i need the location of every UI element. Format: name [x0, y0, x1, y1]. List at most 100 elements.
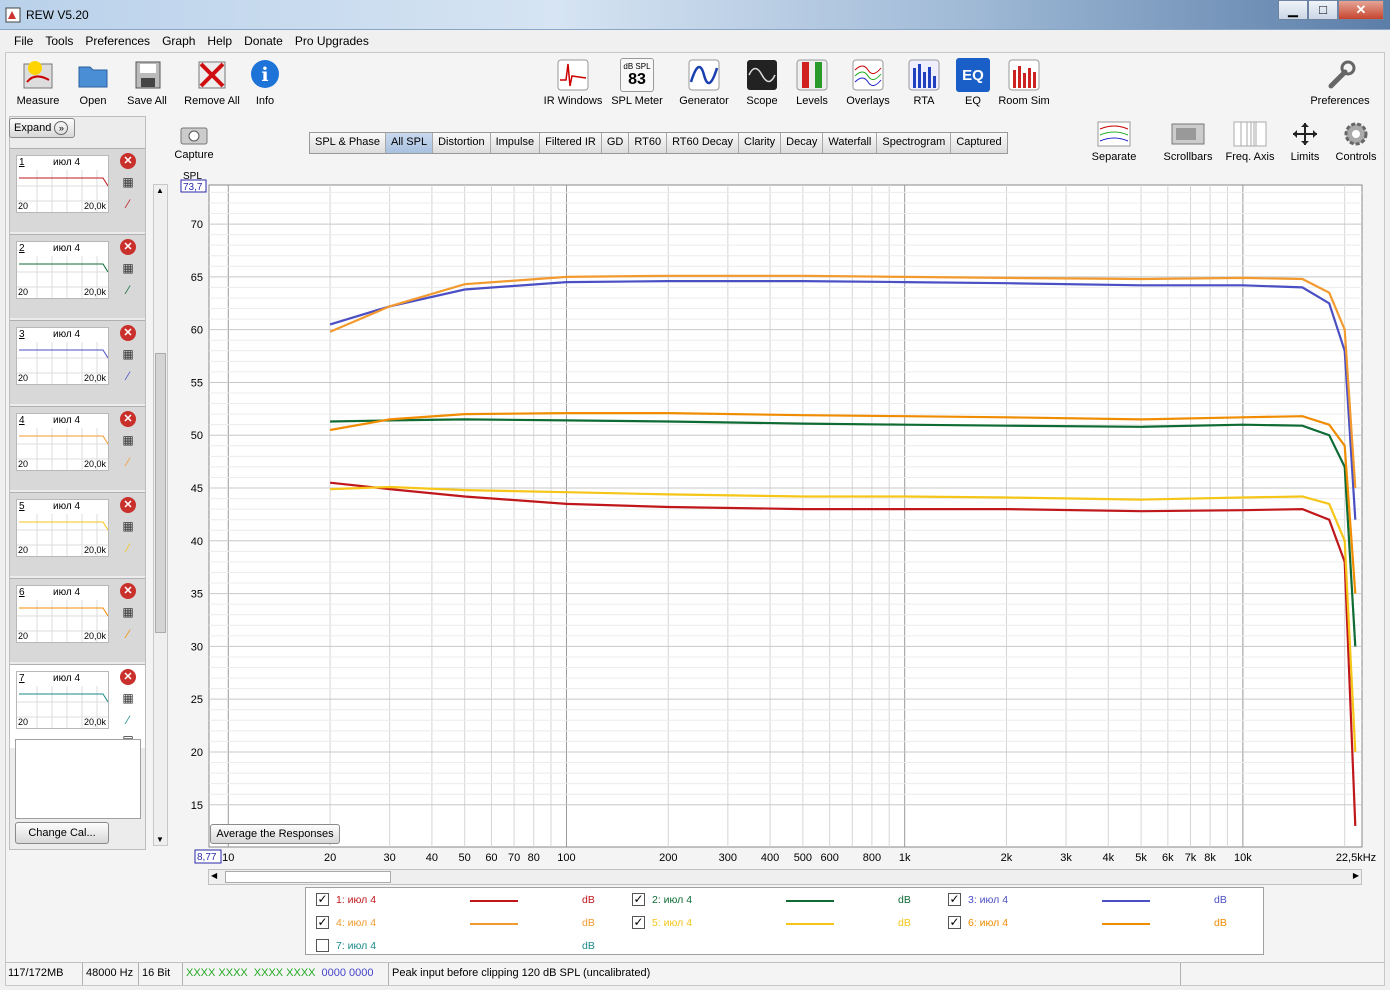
horizontal-scrollbar[interactable]: ◀ ▶: [208, 869, 1362, 885]
trace-color-icon[interactable]: ⁄: [120, 541, 136, 557]
tab-all-spl[interactable]: All SPL: [386, 133, 434, 153]
measurement-card[interactable]: 7июл 42020,0k✕▦⁄▤: [10, 664, 145, 748]
sidebar-scrollbar[interactable]: ▲ ▼: [153, 184, 168, 846]
legend-checkbox[interactable]: ✓: [316, 893, 329, 906]
eq-button[interactable]: EQ EQ: [956, 58, 990, 107]
levels-button[interactable]: Levels: [792, 58, 832, 107]
scroll-right-icon[interactable]: ▶: [1353, 871, 1359, 880]
average-responses-button[interactable]: Average the Responses: [210, 824, 340, 844]
room-sim-button[interactable]: Room Sim: [998, 58, 1050, 107]
ir-windows-button[interactable]: IR Windows: [542, 58, 604, 107]
measurement-thumbnail[interactable]: 6 июл 4 20 20,0k: [16, 585, 109, 643]
delete-measurement-icon[interactable]: ✕: [120, 153, 136, 169]
rta-button[interactable]: RTA: [906, 58, 942, 107]
legend-checkbox[interactable]: ✓: [948, 893, 961, 906]
capture-button[interactable]: Capture: [172, 122, 216, 161]
notes-box[interactable]: [15, 739, 141, 819]
measurement-card[interactable]: 5 июл 4 20 20,0k ✕ ▦ ⁄: [10, 492, 145, 576]
trace-color-icon[interactable]: ⁄: [120, 197, 136, 213]
legend-checkbox[interactable]: ✓: [632, 916, 645, 929]
save-all-button[interactable]: Save All: [124, 58, 170, 107]
tab-filtered-ir[interactable]: Filtered IR: [540, 133, 602, 153]
measurement-card[interactable]: 4 июл 4 20 20,0k ✕ ▦ ⁄: [10, 406, 145, 490]
measurement-card[interactable]: 1 июл 4 20 20,0k ✕ ▦ ⁄: [10, 148, 145, 232]
overlays-button[interactable]: Overlays: [842, 58, 894, 107]
legend-checkbox[interactable]: ✓: [632, 893, 645, 906]
legend-checkbox[interactable]: ✓: [948, 916, 961, 929]
scrollbar-thumb[interactable]: [155, 353, 166, 633]
measure-button[interactable]: Measure: [14, 58, 62, 107]
freq-axis-button[interactable]: Freq. Axis: [1222, 120, 1278, 163]
separate-button[interactable]: Separate: [1090, 120, 1138, 163]
trace-color-icon[interactable]: ⁄: [120, 627, 136, 643]
info-button[interactable]: i Info: [248, 58, 282, 107]
hscroll-thumb[interactable]: [225, 871, 391, 883]
measurement-thumbnail[interactable]: 5 июл 4 20 20,0k: [16, 499, 109, 557]
menu-help[interactable]: Help: [201, 32, 238, 52]
tab-clarity[interactable]: Clarity: [739, 133, 782, 153]
tab-spectrogram[interactable]: Spectrogram: [877, 133, 952, 153]
open-button[interactable]: Open: [72, 58, 114, 107]
tab-rt60[interactable]: RT60: [629, 133, 668, 153]
measurement-card[interactable]: 3 июл 4 20 20,0k ✕ ▦ ⁄: [10, 320, 145, 404]
trace-color-icon[interactable]: ⁄: [120, 455, 136, 471]
save-measurement-icon[interactable]: ▦: [120, 347, 136, 363]
save-measurement-icon[interactable]: ▦: [120, 605, 136, 621]
limits-button[interactable]: Limits: [1286, 120, 1324, 163]
save-measurement-icon[interactable]: ▦: [120, 519, 136, 535]
measurement-thumbnail[interactable]: 7 июл 4 20 20,0k: [16, 671, 109, 729]
spl-meter-button[interactable]: dB SPL 83 SPL Meter: [610, 58, 664, 107]
menu-pro-upgrades[interactable]: Pro Upgrades: [289, 32, 375, 52]
delete-measurement-icon[interactable]: ✕: [120, 669, 136, 685]
preferences-button[interactable]: Preferences: [1308, 58, 1372, 107]
trace-color-icon[interactable]: ⁄: [120, 369, 136, 385]
measurement-card[interactable]: 6 июл 4 20 20,0k ✕ ▦ ⁄: [10, 578, 145, 662]
generator-button[interactable]: Generator: [676, 58, 732, 107]
measurement-card[interactable]: 2 июл 4 20 20,0k ✕ ▦ ⁄: [10, 234, 145, 318]
menu-donate[interactable]: Donate: [238, 32, 289, 52]
expand-button[interactable]: Expand »: [9, 118, 75, 138]
tab-decay[interactable]: Decay: [781, 133, 824, 153]
delete-measurement-icon[interactable]: ✕: [120, 239, 136, 255]
scroll-down-icon[interactable]: ▼: [156, 835, 164, 844]
tab-captured[interactable]: Captured: [951, 133, 1007, 153]
tab-rt60-decay[interactable]: RT60 Decay: [667, 133, 739, 153]
close-button[interactable]: ✕: [1338, 0, 1384, 20]
menu-file[interactable]: File: [8, 32, 39, 52]
save-measurement-icon[interactable]: ▦: [120, 261, 136, 277]
delete-measurement-icon[interactable]: ✕: [120, 583, 136, 599]
maximize-button[interactable]: □: [1308, 0, 1338, 20]
trace-color-icon[interactable]: ⁄: [120, 713, 136, 729]
scroll-up-icon[interactable]: ▲: [156, 186, 164, 195]
measurement-thumbnail[interactable]: 1 июл 4 20 20,0k: [16, 155, 109, 213]
input-level-3: 0000 0000: [321, 967, 374, 979]
delete-measurement-icon[interactable]: ✕: [120, 325, 136, 341]
tab-gd[interactable]: GD: [601, 133, 630, 153]
remove-all-button[interactable]: Remove All: [182, 58, 242, 107]
scroll-left-icon[interactable]: ◀: [211, 871, 217, 880]
menu-preferences[interactable]: Preferences: [79, 32, 156, 52]
eq-icon: EQ: [956, 58, 990, 92]
scrollbars-button[interactable]: Scrollbars: [1160, 120, 1216, 163]
change-cal-button[interactable]: Change Cal...: [15, 822, 109, 844]
delete-measurement-icon[interactable]: ✕: [120, 411, 136, 427]
tab-distortion[interactable]: Distortion: [433, 133, 491, 153]
trace-color-icon[interactable]: ⁄: [120, 283, 136, 299]
legend-checkbox[interactable]: ✓: [316, 916, 329, 929]
tab-waterfall[interactable]: Waterfall: [823, 133, 878, 153]
minimize-button[interactable]: ▁: [1278, 0, 1308, 20]
scope-button[interactable]: Scope: [742, 58, 782, 107]
tab-impulse[interactable]: Impulse: [490, 133, 541, 153]
measurement-thumbnail[interactable]: 4 июл 4 20 20,0k: [16, 413, 109, 471]
delete-measurement-icon[interactable]: ✕: [120, 497, 136, 513]
save-measurement-icon[interactable]: ▦: [120, 691, 136, 707]
menu-tools[interactable]: Tools: [39, 32, 79, 52]
measurement-thumbnail[interactable]: 3 июл 4 20 20,0k: [16, 327, 109, 385]
measurement-thumbnail[interactable]: 2 июл 4 20 20,0k: [16, 241, 109, 299]
controls-button[interactable]: Controls: [1334, 120, 1378, 163]
menu-graph[interactable]: Graph: [156, 32, 201, 52]
legend-checkbox[interactable]: [316, 939, 329, 952]
save-measurement-icon[interactable]: ▦: [120, 433, 136, 449]
save-measurement-icon[interactable]: ▦: [120, 175, 136, 191]
tab-spl-phase[interactable]: SPL & Phase: [310, 133, 387, 153]
